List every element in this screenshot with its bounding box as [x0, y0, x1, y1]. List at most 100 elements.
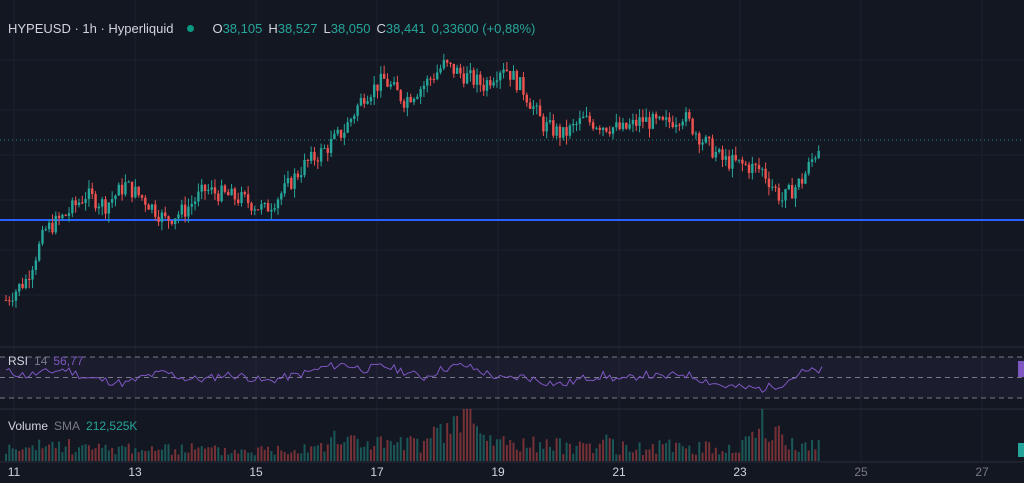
volume-bar [406, 437, 409, 461]
candle-body [621, 122, 625, 130]
rsi-legend[interactable]: RSI 14 56,77 [8, 354, 83, 368]
candle-body [266, 202, 270, 212]
candle-body [482, 84, 485, 91]
chart-canvas[interactable] [0, 0, 1024, 483]
time-tick: 13 [128, 465, 142, 479]
volume-bar [230, 453, 233, 461]
volume-bar [748, 436, 751, 461]
candle-body [107, 202, 111, 214]
volume-bar [731, 453, 734, 461]
volume-bar [164, 444, 167, 461]
volume-bar [389, 440, 392, 461]
volume-bar [476, 426, 479, 461]
volume-bar [628, 451, 631, 461]
candle-body [203, 184, 207, 192]
candle-body [717, 149, 721, 152]
volume-bar [519, 451, 522, 461]
candle-body [542, 116, 545, 132]
candle-body [313, 151, 316, 161]
candle-body [353, 115, 356, 119]
candle-body [160, 212, 164, 222]
candle-body [349, 118, 353, 123]
candle-body [333, 133, 336, 139]
candle-body [751, 163, 754, 173]
volume-bar [68, 439, 71, 461]
volume-bar [144, 451, 147, 461]
volume-bar [678, 442, 681, 461]
candle-body [545, 122, 548, 132]
volume-bar [535, 452, 538, 461]
volume-bar [621, 441, 624, 461]
candle-body [28, 278, 31, 280]
candle-body [694, 133, 698, 135]
volume-bar [233, 450, 236, 461]
volume-bar [150, 446, 153, 461]
volume-bar [64, 446, 67, 461]
volume-bar [393, 444, 396, 461]
candle-body [81, 202, 84, 204]
volume-bar [744, 436, 747, 461]
volume-bar [74, 452, 77, 461]
volume-bar [343, 442, 346, 461]
candle-body [64, 214, 67, 216]
volume-bar [734, 452, 737, 461]
time-tick: 21 [612, 465, 626, 479]
volume-bar [708, 442, 711, 461]
volume-bar [479, 433, 482, 461]
candle-body [180, 204, 184, 215]
time-tick: 15 [249, 465, 263, 479]
candle-body [780, 200, 784, 202]
volume-bar [728, 444, 731, 461]
candle-body [455, 67, 459, 74]
volume-bar [512, 442, 515, 461]
volume-legend[interactable]: Volume SMA 212,525K [8, 419, 137, 433]
candle-body [369, 97, 373, 102]
candle-body [774, 186, 777, 188]
volume-name: Volume [8, 419, 49, 433]
candle-body [197, 191, 200, 202]
volume-bar [602, 439, 605, 461]
candle-body [306, 159, 310, 162]
volume-bar [688, 445, 691, 461]
candle-body [280, 193, 283, 200]
volume-bar [316, 445, 319, 461]
candle-body [790, 185, 794, 199]
volume-bar [714, 447, 717, 461]
volume-bar [515, 449, 518, 461]
close-value: 38,441 [385, 20, 426, 36]
candle-body [363, 98, 366, 104]
time-axis[interactable]: 11 13 15 17 19 21 23 25 27 [0, 462, 1024, 483]
candle-body [678, 124, 681, 126]
volume-bar [114, 454, 117, 461]
candle-body [757, 164, 761, 170]
volume-bar [44, 446, 47, 461]
candle-body [721, 149, 724, 160]
candle-body [276, 199, 280, 209]
candle-body [392, 82, 396, 85]
candle-body [688, 112, 691, 119]
candle-body [256, 209, 260, 211]
candle-body [562, 127, 565, 138]
volume-bar [28, 447, 31, 461]
candle-body [246, 194, 250, 204]
candle-body [356, 105, 359, 116]
volume-bar [436, 427, 439, 461]
candle-body [329, 138, 333, 153]
volume-bar [180, 444, 183, 461]
volume-bar [243, 449, 246, 461]
candle-body [472, 70, 475, 85]
volume-bar [379, 436, 382, 461]
volume-bar [413, 438, 415, 461]
symbol-title[interactable]: HYPEUSD · 1h · Hyperliquid [8, 21, 173, 36]
volume-bar [608, 438, 611, 461]
volume-bar [605, 434, 608, 461]
candle-body [505, 69, 509, 71]
volume-bar [383, 447, 386, 461]
time-tick: 27 [975, 465, 989, 479]
candle-body [61, 214, 64, 219]
candle-body [641, 117, 645, 122]
volume-bar [681, 446, 684, 461]
high-label: H [268, 20, 278, 36]
volume-bar [804, 442, 807, 461]
volume-bar [197, 447, 200, 461]
